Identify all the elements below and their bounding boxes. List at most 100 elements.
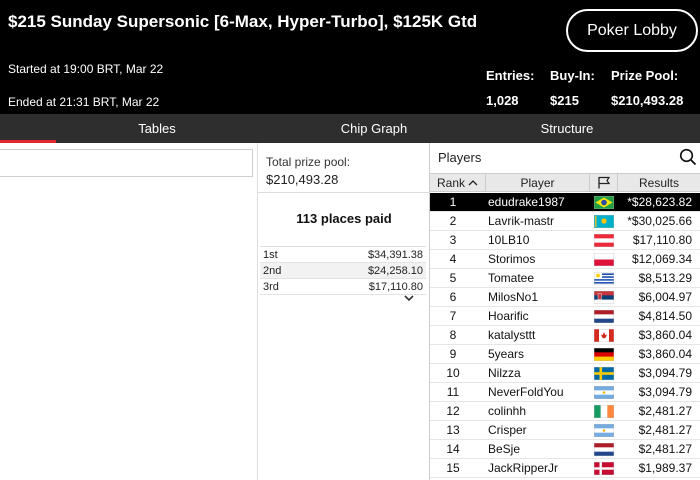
player-row[interactable]: 12 colinhh $2,481.27	[430, 402, 700, 421]
player-row[interactable]: 6 MilosNo1 $6,004.97	[430, 288, 700, 307]
entries-value: 1,028	[486, 93, 519, 108]
tournament-title: $215 Sunday Supersonic [6-Max, Hyper-Tur…	[8, 12, 478, 31]
player-result: $2,481.27	[638, 423, 692, 437]
player-rank: 5	[449, 271, 457, 285]
rank-column-header[interactable]: Rank	[430, 174, 486, 191]
payout-row: 2nd $24,258.10	[260, 263, 426, 279]
players-panel: Players Rank Player Results 1 edudrake19…	[430, 143, 700, 480]
player-country	[590, 328, 618, 342]
end-time: Ended at 21:31 BRT, Mar 22	[8, 95, 160, 109]
tables-search-input[interactable]	[0, 149, 253, 177]
player-country	[590, 423, 618, 437]
player-name: katalysttt	[488, 328, 536, 342]
sweden-flag-icon	[594, 366, 614, 380]
player-name: Tomatee	[488, 271, 535, 285]
player-rank: 11	[446, 385, 460, 399]
flag-icon	[597, 176, 610, 189]
argentina-flag-icon	[594, 385, 614, 399]
expand-chevron-down-icon[interactable]	[403, 293, 415, 303]
player-row[interactable]: 8 katalysttt $3,860.04	[430, 326, 700, 345]
player-country	[590, 195, 618, 209]
player-row[interactable]: 14 BeSje $2,481.27	[430, 440, 700, 459]
player-rank: 6	[449, 290, 457, 304]
canada-flag-icon	[594, 328, 614, 342]
player-name: 10LB10	[488, 233, 530, 247]
tournament-lobby-window: $215 Sunday Supersonic [6-Max, Hyper-Tur…	[0, 0, 700, 480]
player-row[interactable]: 3 10LB10 $17,110.80	[430, 231, 700, 250]
player-row[interactable]: 5 Tomatee $8,513.29	[430, 269, 700, 288]
buyin-value: $215	[550, 93, 579, 108]
player-column-header[interactable]: Player	[486, 174, 590, 191]
player-country	[590, 385, 618, 399]
player-rank: 15	[446, 461, 460, 475]
player-row[interactable]: 2 Lavrik-mastr *$30,025.66	[430, 212, 700, 231]
player-name: JackRipperJr	[488, 461, 559, 475]
players-table-body: 1 edudrake1987 *$28,623.82 2 Lavrik-mastr *$3…	[430, 193, 700, 478]
tab-tables[interactable]: Tables	[0, 114, 314, 143]
player-row[interactable]: 15 JackRipperJr $1,989.37	[430, 459, 700, 478]
player-country	[590, 252, 618, 266]
entries-label: Entries:	[486, 68, 535, 83]
denmark-flag-icon	[594, 461, 614, 475]
player-result: $8,513.29	[638, 271, 692, 285]
players-title: Players	[438, 150, 482, 165]
start-time: Started at 19:00 BRT, Mar 22	[8, 62, 164, 76]
player-result: $3,094.79	[638, 366, 692, 380]
player-result: $1,989.37	[638, 461, 692, 475]
player-result: $12,069.34	[631, 252, 692, 266]
player-country	[590, 214, 618, 228]
tab-structure[interactable]: Structure	[434, 114, 700, 143]
player-rank: 2	[449, 214, 457, 228]
germany-flag-icon	[594, 347, 614, 361]
player-result: $3,860.04	[638, 347, 692, 361]
player-row[interactable]: 1 edudrake1987 *$28,623.82	[430, 193, 700, 212]
player-result: *$28,623.82	[627, 195, 692, 209]
player-row[interactable]: 9 5years $3,860.04	[430, 345, 700, 364]
player-country	[590, 366, 618, 380]
payout-place: 2nd	[263, 264, 282, 277]
player-row[interactable]: 7 Hoarific $4,814.50	[430, 307, 700, 326]
player-row[interactable]: 10 Nilzza $3,094.79	[430, 364, 700, 383]
player-rank: 4	[449, 252, 457, 266]
player-row[interactable]: 13 Crisper $2,481.27	[430, 421, 700, 440]
player-result: $3,094.79	[638, 385, 692, 399]
player-name: colinhh	[488, 404, 527, 418]
player-country	[590, 271, 618, 285]
rank-header-label: Rank	[436, 175, 465, 190]
player-rank: 12	[446, 404, 460, 418]
player-country	[590, 404, 618, 418]
player-rank: 7	[449, 309, 457, 323]
results-header-label: Results	[638, 175, 679, 190]
search-icon[interactable]	[679, 148, 697, 166]
player-rank: 8	[449, 328, 457, 342]
payout-place: 3rd	[263, 280, 279, 293]
prize-panel: Total prize pool: $210,493.28 113 places…	[258, 143, 430, 480]
results-column-header[interactable]: Results	[618, 174, 700, 191]
player-rank: 10	[446, 366, 460, 380]
player-country	[590, 442, 618, 456]
argentina-flag-icon	[594, 423, 614, 437]
payout-amount: $24,258.10	[367, 264, 423, 277]
poker-lobby-button[interactable]: Poker Lobby	[566, 9, 698, 52]
player-result: *$30,025.66	[627, 214, 692, 228]
player-row[interactable]: 11 NeverFoldYou $3,094.79	[430, 383, 700, 402]
player-name: MilosNo1	[488, 290, 539, 304]
tournament-header: $215 Sunday Supersonic [6-Max, Hyper-Tur…	[0, 0, 700, 114]
player-result: $17,110.80	[632, 233, 692, 247]
tab-chip-graph[interactable]: Chip Graph	[314, 114, 434, 143]
player-name: Lavrik-mastr	[488, 214, 555, 228]
netherlands-flag-icon	[594, 442, 614, 456]
country-column-header[interactable]	[590, 174, 618, 191]
payout-row: 3rd $17,110.80	[260, 279, 426, 295]
player-name: Crisper	[488, 423, 527, 437]
player-rank: 13	[446, 423, 460, 437]
kazakhstan-flag-icon	[594, 214, 614, 228]
poland-flag-icon	[594, 252, 614, 266]
player-row[interactable]: 4 Storimos $12,069.34	[430, 250, 700, 269]
payout-row: 1st $34,391.38	[260, 247, 426, 263]
player-name: Nilzza	[488, 366, 521, 380]
payout-place: 1st	[263, 248, 278, 261]
player-country	[590, 290, 618, 304]
player-result: $2,481.27	[638, 404, 692, 418]
player-rank: 9	[449, 347, 457, 361]
